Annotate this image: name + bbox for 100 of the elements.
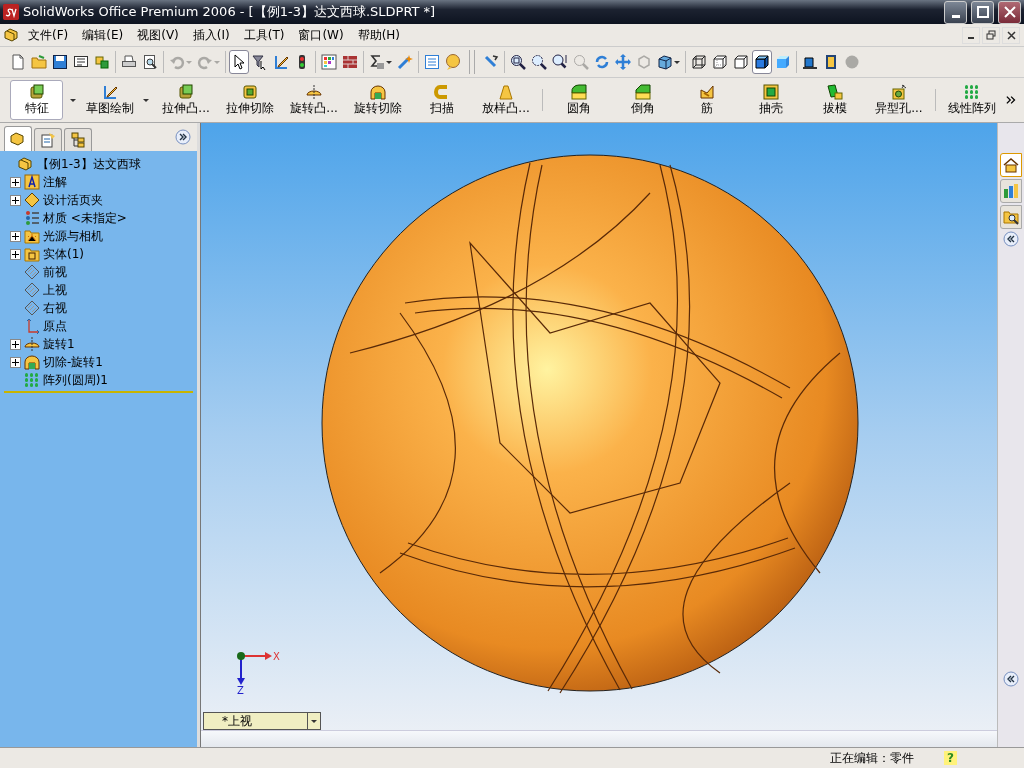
- restore-icon: [986, 30, 996, 40]
- app-logo-icon: [3, 4, 19, 20]
- tree-item[interactable]: 上视: [10, 281, 193, 299]
- pointer-icon: [231, 54, 247, 70]
- tree-item[interactable]: 切除-旋转1: [10, 353, 193, 371]
- close-icon: [1003, 6, 1016, 18]
- view-selector[interactable]: *上视: [203, 712, 321, 730]
- preview-icon: [142, 54, 158, 70]
- feature-button[interactable]: 筋: [676, 83, 737, 117]
- panel-tab[interactable]: [34, 128, 62, 151]
- caret-icon[interactable]: [143, 98, 150, 102]
- tree-item[interactable]: 光源与相机: [10, 227, 193, 245]
- tree-item[interactable]: 材质 <未指定>: [10, 209, 193, 227]
- task-pane-tab[interactable]: [1000, 205, 1022, 229]
- menu-item[interactable]: 窗口(W): [292, 24, 350, 46]
- brick-icon: [342, 54, 358, 70]
- pointer-button[interactable]: [229, 50, 249, 74]
- feature-button[interactable]: 抽壳: [740, 83, 801, 117]
- feature-button[interactable]: 线性阵列: [941, 83, 1002, 117]
- feature-button[interactable]: 拉伸凸...: [156, 83, 217, 117]
- panel-tab[interactable]: [4, 126, 32, 151]
- menu-item[interactable]: 编辑(E): [76, 24, 130, 46]
- panel-tab[interactable]: [64, 128, 92, 151]
- feature-button[interactable]: 倒角: [612, 83, 673, 117]
- feature-button[interactable]: 旋转切除: [348, 83, 409, 117]
- plane-icon: [24, 300, 40, 316]
- home-icon: [1003, 157, 1019, 173]
- feature-button[interactable]: 扫描: [412, 83, 473, 117]
- collapse-icon[interactable]: [1003, 671, 1019, 687]
- tree-item[interactable]: 设计活页夹: [10, 191, 193, 209]
- tree-item[interactable]: 原点: [10, 317, 193, 335]
- sheet-icon: [73, 54, 89, 70]
- horizontal-scrollbar[interactable]: [201, 730, 997, 747]
- revolve-cut-icon: [24, 354, 40, 370]
- revolve-icon: [306, 83, 323, 100]
- feature-button[interactable]: 放样凸...: [476, 83, 537, 117]
- menu-item[interactable]: 视图(V): [131, 24, 185, 46]
- printer-icon: [121, 54, 137, 70]
- command-tab[interactable]: 草图绘制: [83, 80, 137, 120]
- color-grid-icon: [321, 54, 337, 70]
- library-icon: [1003, 183, 1019, 199]
- shaded-cube-icon: [754, 54, 770, 70]
- pattern-icon: [963, 83, 980, 100]
- tree-item[interactable]: 【例1-3】达文西球: [4, 155, 193, 173]
- plane-icon: [24, 282, 40, 298]
- close-icon: [1006, 30, 1016, 40]
- wireframe-cube-icon: [691, 54, 707, 70]
- maximize-icon: [976, 6, 989, 18]
- tree-item[interactable]: 阵列(圆周)1: [10, 371, 193, 389]
- list-icon: [424, 54, 440, 70]
- task-pane-tab[interactable]: [1000, 153, 1022, 177]
- property-sheet-icon: [40, 132, 56, 148]
- minimize-button[interactable]: [962, 26, 980, 44]
- caret-icon[interactable]: [70, 98, 77, 102]
- menu-item[interactable]: 文件(F): [22, 24, 75, 46]
- pan-icon: [615, 54, 631, 70]
- expand-icon[interactable]: [10, 230, 21, 242]
- close-button[interactable]: [998, 0, 1021, 24]
- expand-icon[interactable]: [175, 129, 191, 145]
- tree-item[interactable]: 前视: [10, 263, 193, 281]
- tree-item[interactable]: 右视: [10, 299, 193, 317]
- maximize-button[interactable]: [971, 0, 994, 24]
- command-tab[interactable]: 特征: [10, 80, 64, 120]
- diamond-icon: [24, 192, 40, 208]
- lights-folder-icon: [24, 228, 40, 244]
- hole-wizard-icon: [890, 83, 907, 100]
- feature-button[interactable]: 拔模: [804, 83, 865, 117]
- document-icon: [10, 54, 26, 70]
- extrude-icon: [28, 83, 45, 100]
- feature-button[interactable]: 拉伸切除: [220, 83, 281, 117]
- expand-icon[interactable]: [10, 356, 21, 368]
- help-button[interactable]: ?: [944, 751, 957, 765]
- shaded-cube-button[interactable]: [752, 50, 772, 74]
- section-view-icon: [802, 54, 818, 70]
- zoom-fit-icon: [510, 54, 526, 70]
- zoom-area-icon: [531, 54, 547, 70]
- loft-icon: [498, 83, 515, 100]
- restore-button[interactable]: [982, 26, 1000, 44]
- expand-icon[interactable]: [10, 194, 21, 206]
- minimize-button[interactable]: [944, 0, 967, 24]
- feature-button[interactable]: 异型孔...: [868, 83, 929, 117]
- tree-item[interactable]: 实体(1): [10, 245, 193, 263]
- folder-search-icon: [1003, 209, 1019, 225]
- menu-item[interactable]: 帮助(H): [351, 24, 407, 46]
- configuration-icon: [70, 132, 86, 148]
- expand-icon[interactable]: [10, 248, 21, 260]
- tree-item[interactable]: 旋转1: [10, 335, 193, 353]
- window-title: SolidWorks Office Premium 2006 - [【例1-3】达文西球.SLDPRT *]: [23, 3, 437, 21]
- tree-item[interactable]: 注解: [10, 173, 193, 191]
- expand-icon[interactable]: [10, 338, 21, 350]
- collapse-icon[interactable]: [1003, 231, 1019, 247]
- close-button[interactable]: [1002, 26, 1020, 44]
- part-icon: [18, 156, 34, 172]
- chamfer-icon: [634, 83, 651, 100]
- menu-item[interactable]: 工具(T): [237, 24, 291, 46]
- menu-item[interactable]: 插入(I): [186, 24, 236, 46]
- expand-icon[interactable]: [10, 176, 21, 188]
- draft-icon: [826, 83, 843, 100]
- feature-button[interactable]: 圆角: [548, 83, 609, 117]
- feature-button[interactable]: 旋转凸...: [284, 83, 345, 117]
